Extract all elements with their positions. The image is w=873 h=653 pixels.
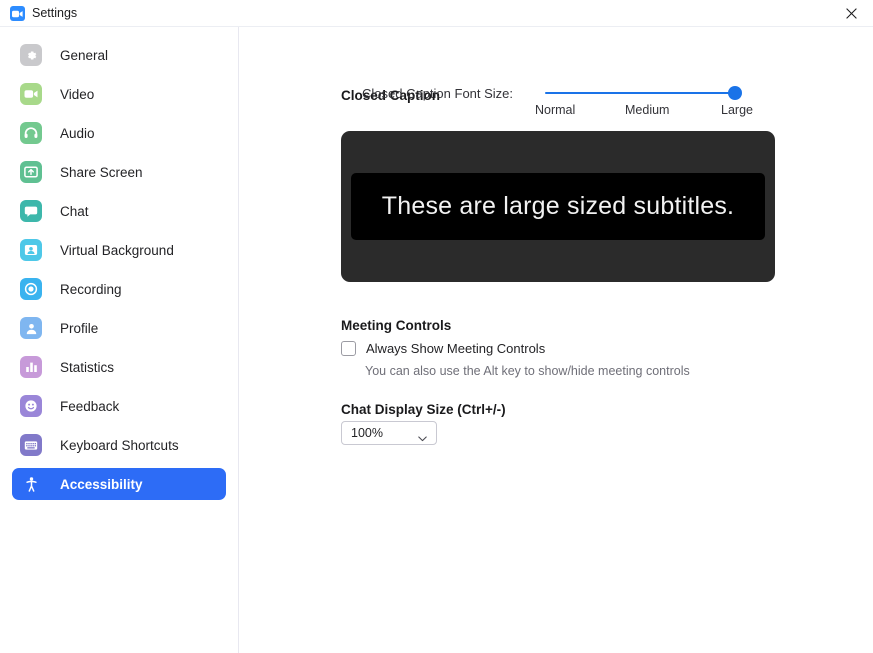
sidebar-item-label: General	[60, 47, 109, 63]
sidebar-item-label: Feedback	[60, 398, 120, 414]
sidebar-item-feedback[interactable]: Feedback	[12, 390, 226, 422]
meeting-controls-hint: You can also use the Alt key to show/hid…	[365, 364, 690, 378]
headphones-icon	[20, 122, 42, 144]
settings-content: Closed Caption Closed Caption Font Size:…	[240, 27, 873, 653]
caption-band: These are large sized subtitles.	[351, 173, 765, 240]
sidebar-item-label: Audio	[60, 125, 95, 141]
slider-tick-medium[interactable]: Medium	[625, 103, 669, 117]
closed-caption-font-size-slider[interactable]	[540, 82, 745, 104]
sidebar-item-virtual-background[interactable]: Virtual Background	[12, 234, 226, 266]
bar-chart-icon	[20, 356, 42, 378]
window-title: Settings	[32, 6, 78, 20]
sidebar-item-label: Recording	[60, 281, 122, 297]
sidebar-item-accessibility[interactable]: Accessibility	[12, 468, 226, 500]
sidebar-item-statistics[interactable]: Statistics	[12, 351, 226, 383]
zoom-camera-icon	[10, 6, 25, 21]
close-icon[interactable]	[829, 0, 873, 27]
meeting-controls-section-title: Meeting Controls	[341, 318, 452, 333]
smiley-face-icon	[20, 395, 42, 417]
sidebar-item-label: Virtual Background	[60, 242, 174, 258]
always-show-meeting-controls-row[interactable]: Always Show Meeting Controls	[341, 341, 545, 356]
person-icon	[20, 317, 42, 339]
sidebar-item-share-screen[interactable]: Share Screen	[12, 156, 226, 188]
slider-track	[545, 92, 735, 94]
sidebar-item-profile[interactable]: Profile	[12, 312, 226, 344]
video-camera-icon	[20, 83, 42, 105]
gear-icon	[20, 44, 42, 66]
chat-bubble-icon	[20, 200, 42, 222]
chat-display-size-select[interactable]: 100%	[341, 421, 437, 445]
person-frame-icon	[20, 239, 42, 261]
sidebar-item-keyboard-shortcuts[interactable]: Keyboard Shortcuts	[12, 429, 226, 461]
sidebar-item-label: Profile	[60, 320, 99, 336]
accessibility-person-icon	[20, 473, 42, 495]
sidebar-item-general[interactable]: General	[12, 39, 226, 71]
title-bar: Settings	[0, 0, 873, 27]
always-show-meeting-controls-label: Always Show Meeting Controls	[366, 341, 546, 356]
slider-tick-large[interactable]: Large	[721, 103, 753, 117]
sidebar-item-label: Share Screen	[60, 164, 143, 180]
slider-thumb[interactable]	[728, 86, 742, 100]
sidebar-item-recording[interactable]: Recording	[12, 273, 226, 305]
chat-display-size-value: 100%	[351, 426, 383, 440]
sidebar-item-audio[interactable]: Audio	[12, 117, 226, 149]
sidebar-item-chat[interactable]: Chat	[12, 195, 226, 227]
closed-caption-font-size-label: Closed Caption Font Size:	[362, 86, 514, 101]
always-show-meeting-controls-checkbox[interactable]	[341, 341, 356, 356]
caption-preview-text: These are large sized subtitles.	[381, 192, 735, 220]
sidebar-item-label: Video	[60, 86, 95, 102]
slider-tick-normal[interactable]: Normal	[535, 103, 575, 117]
chat-display-size-section-title: Chat Display Size (Ctrl+/-)	[341, 402, 506, 417]
sidebar-item-label: Statistics	[60, 359, 115, 375]
caption-preview: These are large sized subtitles.	[341, 131, 775, 282]
sidebar: General Video Audio Share Screen Chat Vi…	[0, 27, 239, 653]
sidebar-item-label: Chat	[60, 203, 89, 219]
record-circle-icon	[20, 278, 42, 300]
keyboard-icon	[20, 434, 42, 456]
share-screen-icon	[20, 161, 42, 183]
chevron-down-icon	[418, 429, 427, 447]
sidebar-item-label: Accessibility	[60, 476, 143, 492]
sidebar-item-label: Keyboard Shortcuts	[60, 437, 179, 453]
sidebar-item-video[interactable]: Video	[12, 78, 226, 110]
